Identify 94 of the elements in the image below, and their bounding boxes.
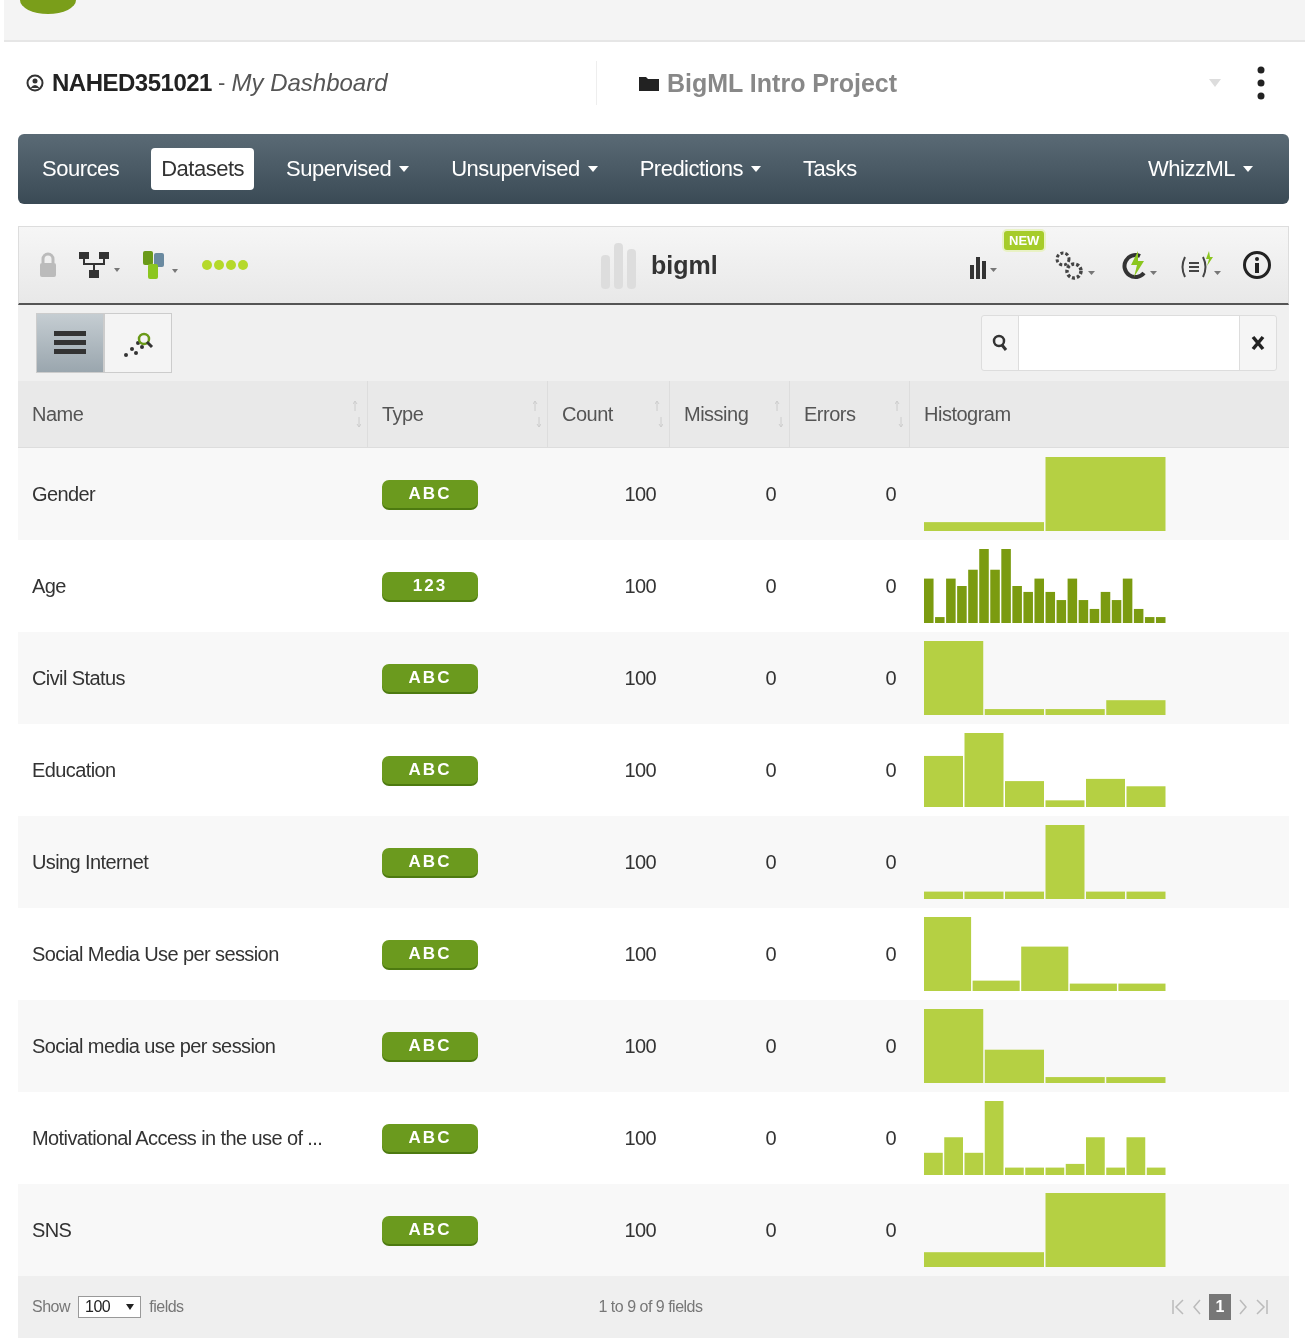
count-cell-text: 100 — [623, 1126, 657, 1150]
errors-cell-text: 0 — [884, 1034, 897, 1058]
nav-tab[interactable]: Predictions — [629, 148, 771, 190]
count-cell-text: 100 — [623, 574, 657, 598]
field-name: Gender — [31, 482, 97, 506]
last-page-icon[interactable] — [1255, 1298, 1269, 1316]
histogram-bar — [924, 755, 963, 807]
count-cell-text: 100 — [623, 758, 657, 782]
next-page-icon[interactable] — [1237, 1298, 1249, 1316]
fields-label: fields — [149, 1298, 184, 1316]
page-size-select[interactable]: 100 — [78, 1296, 142, 1318]
previous-page-icon[interactable] — [1191, 1298, 1203, 1316]
nav-tab[interactable]: Supervised — [276, 148, 420, 190]
column-header[interactable]: Errors — [790, 381, 910, 447]
errors-cell-text: 0 — [884, 1126, 897, 1150]
errors-cell-text: 0 — [884, 850, 897, 874]
type-badge: ABC — [382, 940, 478, 968]
column-header[interactable]: Type — [368, 381, 548, 447]
field-name: Civil Status — [31, 666, 126, 690]
missing-cell-text: 0 — [764, 942, 777, 966]
field-name: Social media use per session — [31, 1034, 277, 1058]
count-cell-text: 100 — [623, 482, 657, 506]
count-cell-text: 100 — [623, 1218, 657, 1242]
type-badge: ABC — [382, 664, 478, 692]
field-name: Education — [31, 758, 117, 782]
scatter-view-button[interactable] — [104, 313, 172, 373]
type-badge: ABC — [382, 480, 478, 508]
column-header[interactable]: Count — [548, 381, 670, 447]
histogram-bar — [1034, 578, 1044, 623]
missing-cell-text: 0 — [764, 758, 777, 782]
nav-tab[interactable]: Datasets — [151, 148, 255, 190]
close-icon[interactable] — [1251, 335, 1265, 351]
errors-cell-text: 0 — [884, 482, 897, 506]
first-page-icon[interactable] — [1171, 1298, 1185, 1316]
histogram-bar — [1045, 591, 1056, 623]
type-badge: ABC — [382, 1216, 478, 1244]
count-cell-text: 100 — [623, 850, 657, 874]
count-cell-text: 100 — [623, 1034, 657, 1058]
missing-cell-text: 0 — [764, 1034, 777, 1058]
pagination-summary: 1 to 9 of 9 fields — [598, 1298, 703, 1316]
more-icon[interactable] — [1257, 66, 1265, 100]
type-badge: ABC — [382, 1032, 478, 1060]
errors-cell-text: 0 — [884, 1218, 897, 1242]
missing-cell-text: 0 — [764, 666, 777, 690]
logo-icon[interactable] — [20, 0, 76, 14]
dashboard-title: My Dashboard — [231, 69, 388, 97]
user-name: NAHED351021 — [52, 69, 212, 97]
info-icon[interactable] — [1242, 250, 1272, 280]
field-name: SNS — [31, 1218, 73, 1242]
dataset-name: bigml — [651, 250, 718, 280]
errors-cell-text: 0 — [884, 574, 897, 598]
show-label: Show — [32, 1298, 71, 1316]
type-badge: 123 — [382, 572, 478, 600]
list-icon — [54, 330, 86, 356]
list-view-button[interactable] — [36, 313, 104, 373]
user-icon — [26, 74, 44, 92]
nav-tab[interactable]: Tasks — [793, 148, 867, 190]
missing-cell-text: 0 — [764, 1218, 777, 1242]
histogram-bar — [1023, 591, 1033, 623]
errors-cell-text: 0 — [884, 666, 897, 690]
column-header[interactable]: Name — [18, 381, 368, 447]
nav-tab[interactable]: Sources — [32, 148, 130, 190]
missing-cell-text: 0 — [764, 482, 777, 506]
lock-icon[interactable] — [39, 252, 57, 278]
histogram-bar — [1126, 786, 1166, 807]
count-cell-text: 100 — [623, 666, 657, 690]
nav-tab[interactable]: Unsupervised — [441, 148, 608, 190]
type-badge: ABC — [382, 756, 478, 784]
progress-dots-icon — [201, 259, 249, 271]
title-separator: - — [217, 70, 227, 96]
search-field[interactable] — [981, 315, 1277, 371]
folder-icon — [639, 75, 659, 91]
tree-icon[interactable] — [77, 250, 121, 280]
field-name: Using Internet — [31, 850, 150, 874]
field-name: Motivational Access in the use of ... — [31, 1126, 324, 1150]
missing-cell-text: 0 — [764, 850, 777, 874]
count-cell-text: 100 — [623, 942, 657, 966]
search-icon — [992, 334, 1008, 352]
histogram-bar — [990, 569, 1000, 623]
column-header[interactable]: Missing — [670, 381, 790, 447]
type-badge: ABC — [382, 1124, 478, 1152]
new-badge: NEW — [1002, 229, 1047, 252]
missing-cell-text: 0 — [764, 1126, 777, 1150]
project-name[interactable]: BigML Intro Project — [667, 68, 898, 98]
missing-cell-text: 0 — [764, 574, 777, 598]
errors-cell-text: 0 — [884, 942, 897, 966]
type-badge: ABC — [382, 848, 478, 876]
errors-cell-text: 0 — [884, 758, 897, 782]
whizzml-menu[interactable]: WhizzML — [1138, 148, 1263, 190]
field-name: Age — [31, 574, 67, 598]
field-name: Social Media Use per session — [31, 942, 280, 966]
column-header[interactable]: Histogram — [910, 381, 1289, 447]
caret-icon — [126, 1303, 135, 1311]
page-button[interactable]: 1 — [1209, 1294, 1231, 1320]
